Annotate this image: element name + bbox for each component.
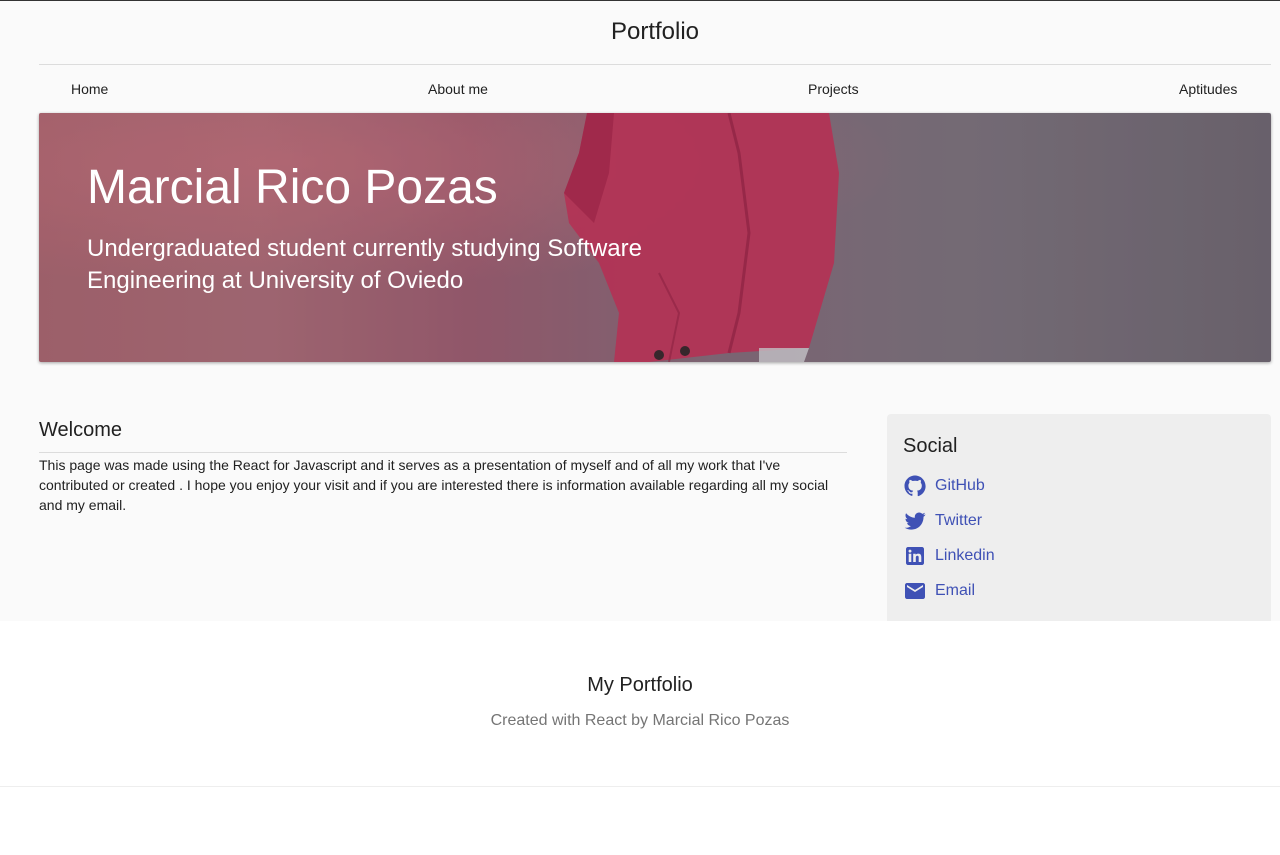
social-sidebar: Social GitHub Twitter Linkedin Email [887, 414, 1271, 621]
github-icon [903, 474, 927, 498]
social-link-twitter[interactable]: Twitter [903, 503, 1255, 538]
social-link-github[interactable]: GitHub [903, 468, 1255, 503]
social-link-label: Linkedin [935, 546, 995, 564]
social-link-email[interactable]: Email [903, 573, 1255, 608]
site-title: Portfolio [610, 18, 700, 45]
nav-item-aptitudes[interactable]: Aptitudes [1179, 78, 1237, 100]
hero-subtitle: Undergraduated student currently studyin… [87, 235, 642, 294]
page-footer: My Portfolio Created with React by Marci… [0, 621, 1280, 787]
welcome-section: Welcome This page was made using the Rea… [39, 414, 847, 515]
welcome-heading: Welcome [39, 414, 847, 453]
nav-item-home[interactable]: Home [71, 78, 108, 100]
welcome-text: This page was made using the React for J… [39, 457, 829, 513]
email-icon [903, 579, 927, 603]
header-divider [39, 64, 1271, 65]
social-link-label: Email [935, 581, 976, 599]
social-link-label: Twitter [935, 511, 983, 529]
footer-subtitle: Created with React by Marcial Rico Pozas [490, 712, 790, 729]
social-link-label: GitHub [935, 476, 985, 494]
social-link-linkedin[interactable]: Linkedin [903, 538, 1255, 573]
hero-banner: Marcial Rico Pozas Undergraduated studen… [39, 113, 1271, 362]
twitter-icon [903, 509, 927, 533]
hero-title: Marcial Rico Pozas [87, 161, 498, 214]
linkedin-icon [903, 544, 927, 568]
footer-title: My Portfolio [587, 674, 693, 696]
social-heading: Social [903, 435, 958, 457]
main-nav: Home About me Projects Aptitudes [39, 78, 1271, 100]
nav-item-about-me[interactable]: About me [428, 78, 488, 100]
nav-item-projects[interactable]: Projects [808, 78, 859, 100]
